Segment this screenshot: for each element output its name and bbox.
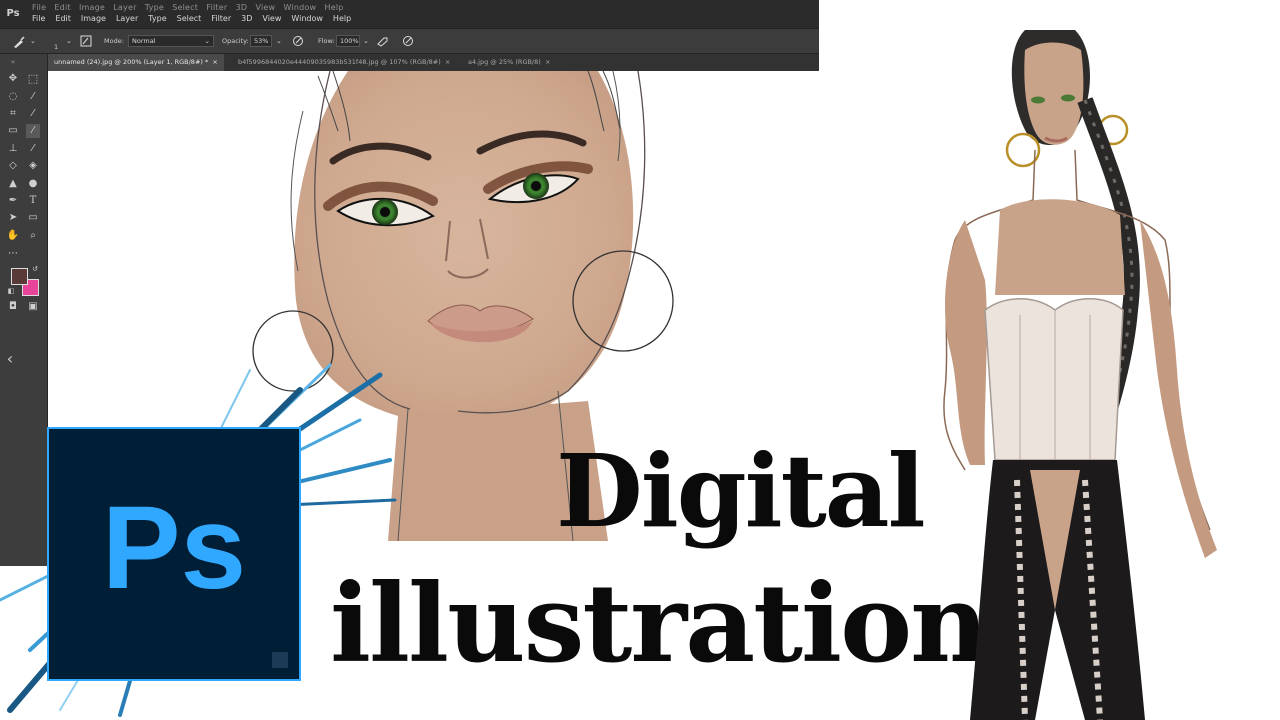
swap-colors-icon[interactable]: ↺ [28, 262, 42, 276]
path-select-icon[interactable]: ➤ [6, 211, 20, 225]
bucket-icon[interactable]: ◈ [26, 159, 40, 173]
options-bar: ⌄ 1 ⌄ Mode: Normal ⌄ Opacity: 53% ⌄ Flow:… [0, 28, 819, 54]
screen-mode-icon[interactable]: ▣ [26, 300, 40, 314]
fashion-figure [943, 30, 1217, 720]
right-pupil [531, 181, 541, 191]
menu-layer[interactable]: Layer [116, 14, 138, 23]
tab-document-2[interactable]: b4f5996844020e44409035983b531f48.jpg @ 1… [232, 54, 456, 71]
chevron-down-icon[interactable]: ⌄ [276, 37, 282, 45]
pressure-size-icon[interactable] [402, 35, 414, 47]
menu-filter[interactable]: Filter [211, 14, 231, 23]
figure-right-eye [1061, 94, 1075, 102]
more-tools-icon[interactable]: ⋯ [6, 247, 20, 261]
torso [995, 199, 1125, 295]
lasso-icon[interactable]: ◌ [6, 90, 20, 104]
mode-label: Mode: [104, 37, 124, 45]
brush-icon[interactable]: ⁄ [26, 124, 40, 138]
menu-select[interactable]: Select [177, 14, 202, 23]
eraser-icon[interactable]: ◇ [6, 159, 20, 173]
brush-size: 1 [54, 43, 59, 51]
shape-icon[interactable]: ▭ [26, 211, 40, 225]
opacity-input[interactable]: 53% [250, 35, 272, 47]
flow-label: Flow: [318, 37, 335, 45]
marquee-icon[interactable]: ⬚ [26, 72, 40, 86]
document-tabs: unnamed (24).jpg @ 200% (Layer 1, RGB/8#… [48, 54, 819, 71]
figure-left-eye [1031, 96, 1045, 104]
healing-icon[interactable]: ▭ [6, 124, 20, 138]
menu-file[interactable]: File [32, 14, 45, 23]
menu-image[interactable]: Image [81, 14, 106, 23]
airbrush-icon[interactable] [376, 35, 390, 47]
title-line-1: Digital [556, 432, 926, 550]
zoom-icon[interactable]: ⌕ [26, 229, 40, 243]
crop-icon[interactable]: ⌗ [6, 107, 20, 121]
blur-icon[interactable]: ▲ [6, 177, 20, 191]
move-icon[interactable]: ✥ [6, 72, 20, 86]
chevron-down-icon[interactable]: ⌄ [30, 37, 36, 45]
flow-input[interactable]: 100% [336, 35, 360, 47]
chevron-down-icon[interactable]: ⌄ [66, 37, 72, 45]
ps-app-icon[interactable]: Ps [2, 2, 24, 26]
opacity-label: Opacity: [222, 37, 249, 45]
magic-wand-icon[interactable]: ⁄ [26, 90, 40, 104]
default-colors-icon[interactable]: ◧ [4, 284, 18, 298]
logo-text: Ps [102, 482, 246, 614]
corset [984, 298, 1124, 461]
type-icon[interactable]: T [26, 194, 40, 208]
foreground-color-swatch[interactable] [11, 268, 28, 285]
chevron-down-icon[interactable]: ⌄ [363, 37, 369, 45]
quick-mask-icon[interactable]: ◘ [6, 300, 20, 314]
tab-document-1[interactable]: unnamed (24).jpg @ 200% (Layer 1, RGB/8#… [48, 54, 224, 71]
menu-type[interactable]: Type [148, 14, 166, 23]
collapse-icon[interactable]: « [6, 55, 20, 69]
close-icon[interactable]: × [445, 58, 450, 66]
menu-edit[interactable]: Edit [55, 14, 71, 23]
brush-preset-icon[interactable] [12, 35, 26, 49]
stamp-icon[interactable]: ⊥ [6, 142, 20, 156]
eyedropper-icon[interactable]: ⁄ [26, 107, 40, 121]
hand-icon[interactable]: ✋ [6, 229, 20, 243]
menu-bar: Ps File Edit Image Layer Type Select Fil… [0, 0, 819, 28]
menu-3d[interactable]: 3D [241, 14, 252, 23]
left-arm [945, 220, 987, 465]
left-pupil [380, 207, 390, 217]
dodge-icon[interactable]: ● [26, 177, 40, 191]
brush-panel-icon[interactable] [80, 35, 92, 47]
pressure-opacity-icon[interactable] [292, 35, 304, 47]
menu-view[interactable]: View [262, 14, 281, 23]
menu-window[interactable]: Window [291, 14, 323, 23]
title-line-2: illustration [330, 561, 989, 687]
chevron-down-icon: ⌄ [204, 37, 210, 45]
mode-select[interactable]: Normal ⌄ [128, 35, 214, 47]
menu-help[interactable]: Help [333, 14, 351, 23]
history-brush-icon[interactable]: ⁄ [26, 142, 40, 156]
pen-icon[interactable]: ✒ [6, 194, 20, 208]
menu-ghost-row: File Edit Image Layer Type Select Filter… [32, 3, 344, 12]
close-icon[interactable]: × [212, 58, 217, 66]
close-icon[interactable]: × [545, 58, 550, 66]
menu-items: File Edit Image Layer Type Select Filter… [32, 14, 361, 23]
logo-corner-badge [272, 652, 288, 668]
tab-document-3[interactable]: a4.jpg @ 25% (RGB/8) × [462, 54, 556, 71]
right-arm [1140, 220, 1217, 558]
